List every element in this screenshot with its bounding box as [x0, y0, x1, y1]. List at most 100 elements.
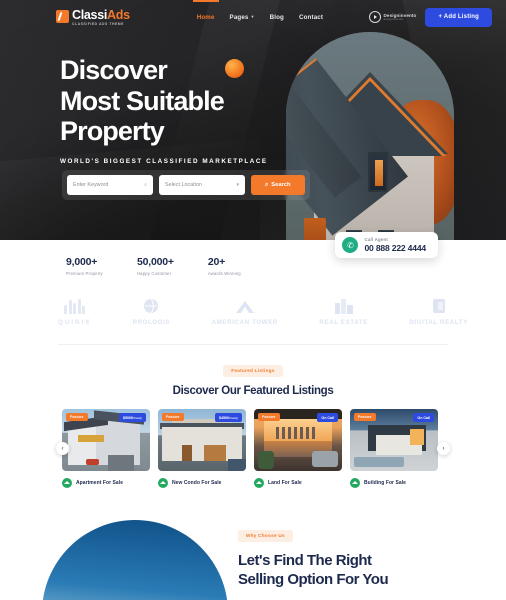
why-choose-title: Let's Find The Right Selling Option For … — [238, 552, 389, 590]
navbar-right: Designinvento designinvento + Add Listin… — [368, 7, 492, 27]
nav-item-pages-label: Pages — [229, 13, 249, 21]
home-marker-icon — [62, 478, 72, 488]
listing-image: Feature On Call — [350, 409, 438, 471]
hero-title-line3: Property — [60, 116, 165, 146]
brand-digital-realty: DIGITAL REALTY — [409, 298, 468, 326]
price-badge: $4500/Yearly — [214, 413, 242, 422]
brand-logos-row: QUINIX PROLOGIS AMERICAN TOWER REAL ESTA… — [0, 276, 506, 326]
listing-title: Building For Sale — [364, 480, 406, 486]
hero-title-line2: Most Suitable — [60, 85, 225, 116]
hero-copy: Discover Most Suitable Property WORLD'S … — [60, 55, 268, 165]
why-choose-section: Why Choose Us Let's Find The Right Selli… — [0, 514, 506, 600]
stat-value: 20+ — [207, 256, 226, 268]
stat-label: Premium Property — [66, 271, 103, 276]
why-choose-title-line1: Let's Find The Right — [238, 552, 372, 569]
designinvento-text: Designinvento designinvento — [384, 13, 417, 21]
why-choose-pill: Why Choose Us — [238, 529, 293, 542]
designinvento-sub: designinvento — [383, 17, 404, 22]
hero-search-bar: Enter Keyword ⌕ Select Location ▾ ⌕ Sear… — [62, 170, 310, 200]
price-badge: On Call — [413, 413, 434, 422]
designinvento-badge[interactable]: Designinvento designinvento — [368, 11, 417, 23]
logo-tagline: Classified Ads Theme — [72, 21, 124, 26]
listing-title: Land For Sale — [268, 480, 302, 486]
logo-name: ClassiAds — [72, 9, 130, 22]
search-location-placeholder: Select Location — [165, 182, 202, 188]
brand-name: AMERICAN TOWER — [211, 319, 278, 326]
nav-item-contact-label: Contact — [299, 13, 324, 21]
search-button-label: Search — [271, 182, 291, 188]
stat-value: 50,000+ — [136, 256, 174, 268]
brand-prologis: PROLOGIS — [133, 298, 170, 326]
brand-real-estate: REAL ESTATE — [319, 298, 368, 326]
home-marker-icon — [158, 478, 168, 488]
call-agent-number: 00 888 222 4444 — [364, 243, 426, 253]
brand-name: REAL ESTATE — [319, 319, 368, 326]
why-circle-photo — [42, 520, 228, 600]
listing-image: Feature $4500/Yearly — [158, 409, 246, 471]
listing-card[interactable]: Feature $4500/Yearly New Condo For Sale — [158, 409, 246, 488]
nav-item-blog-label: Blog — [269, 13, 284, 21]
why-choose-title-line2: Selling Option For You — [238, 570, 389, 588]
chevron-down-icon: ▾ — [236, 182, 239, 188]
search-small-icon: ⌕ — [144, 182, 147, 188]
price-value: $5000 — [122, 415, 133, 420]
listing-card[interactable]: Feature On Call Land For Sale — [254, 409, 342, 488]
chevron-down-icon: ▼ — [250, 14, 255, 20]
price-badge: On Call — [317, 413, 338, 422]
site-logo[interactable]: ClassiAds Classified Ads Theme — [56, 8, 130, 26]
search-button[interactable]: ⌕ Search — [251, 175, 305, 195]
why-choose-image — [0, 514, 236, 600]
hero-title: Discover Most Suitable Property — [60, 55, 268, 147]
price-period: /Yearly — [132, 415, 142, 420]
listing-cards: Feature $5000/Yearly Apartment For Sale … — [62, 409, 444, 488]
listing-card[interactable]: Feature $5000/Yearly Apartment For Sale — [62, 409, 150, 488]
add-listing-button[interactable]: + Add Listing — [425, 7, 492, 27]
featured-badge: Feature — [162, 413, 184, 421]
nav-item-pages[interactable]: Pages ▼ — [230, 10, 255, 25]
main-navigation: Home Pages ▼ Blog Contact — [197, 10, 323, 25]
price-period: /Yearly — [228, 415, 238, 420]
listing-title-row: Apartment For Sale — [62, 478, 150, 488]
stat-happy-customer: 50,000+ Happy Customer — [137, 256, 174, 276]
carousel-prev-button[interactable]: ‹ — [56, 442, 69, 455]
listing-card[interactable]: Feature On Call Building For Sale — [350, 409, 438, 488]
brand-american-tower: AMERICAN TOWER — [212, 298, 278, 326]
hero-section: ClassiAds Classified Ads Theme Home Page… — [0, 0, 506, 240]
featured-badge: Feature — [66, 413, 88, 421]
nav-item-contact[interactable]: Contact — [299, 10, 323, 25]
play-circle-icon — [368, 11, 381, 23]
search-keyword-input[interactable]: Enter Keyword ⌕ — [67, 175, 153, 195]
listing-title-row: New Condo For Sale — [158, 478, 246, 488]
phone-icon: ✆ — [342, 237, 359, 253]
stat-label: Happy Customer — [136, 271, 172, 276]
price-value: $4500 — [218, 415, 229, 420]
call-agent-card[interactable]: ✆ Call Agent 00 888 222 4444 — [335, 232, 438, 258]
listing-title-row: Land For Sale — [254, 478, 342, 488]
nav-item-home-label: Home — [196, 13, 215, 21]
listing-title: Apartment For Sale — [76, 480, 124, 486]
logo-name-part2: Ads — [107, 7, 130, 22]
call-agent-text: Call Agent 00 888 222 4444 — [364, 237, 426, 253]
checkbox-logo-icon — [56, 9, 69, 23]
why-choose-copy: Why Choose Us Let's Find The Right Selli… — [236, 514, 402, 600]
listing-image: Feature $5000/Yearly — [62, 409, 150, 471]
stat-label: Awards Winning — [207, 271, 241, 276]
hero-subtitle: WORLD'S BIGGEST CLASSIFIED MARKETPLACE — [60, 157, 268, 165]
brand-name: PROLOGIS — [132, 319, 171, 326]
hero-door — [304, 218, 326, 240]
logo-name-part1: Classi — [72, 7, 108, 22]
featured-section-header: Featured Listings Discover Our Featured … — [0, 359, 506, 397]
featured-badge: Feature — [354, 413, 376, 421]
section-divider — [58, 344, 448, 345]
stat-premium-property: 9,000+ Premium Property — [66, 256, 103, 276]
listing-title: New Condo For Sale — [172, 480, 222, 486]
home-marker-icon — [254, 478, 264, 488]
hero-window-upper — [368, 152, 388, 192]
carousel-next-button[interactable]: › — [437, 442, 450, 455]
city-icon — [334, 298, 354, 314]
navbar: ClassiAds Classified Ads Theme Home Page… — [0, 0, 506, 34]
search-icon: ⌕ — [265, 181, 269, 188]
nav-item-blog[interactable]: Blog — [270, 10, 284, 25]
search-location-select[interactable]: Select Location ▾ — [159, 175, 245, 195]
nav-item-home[interactable]: Home — [197, 10, 215, 25]
